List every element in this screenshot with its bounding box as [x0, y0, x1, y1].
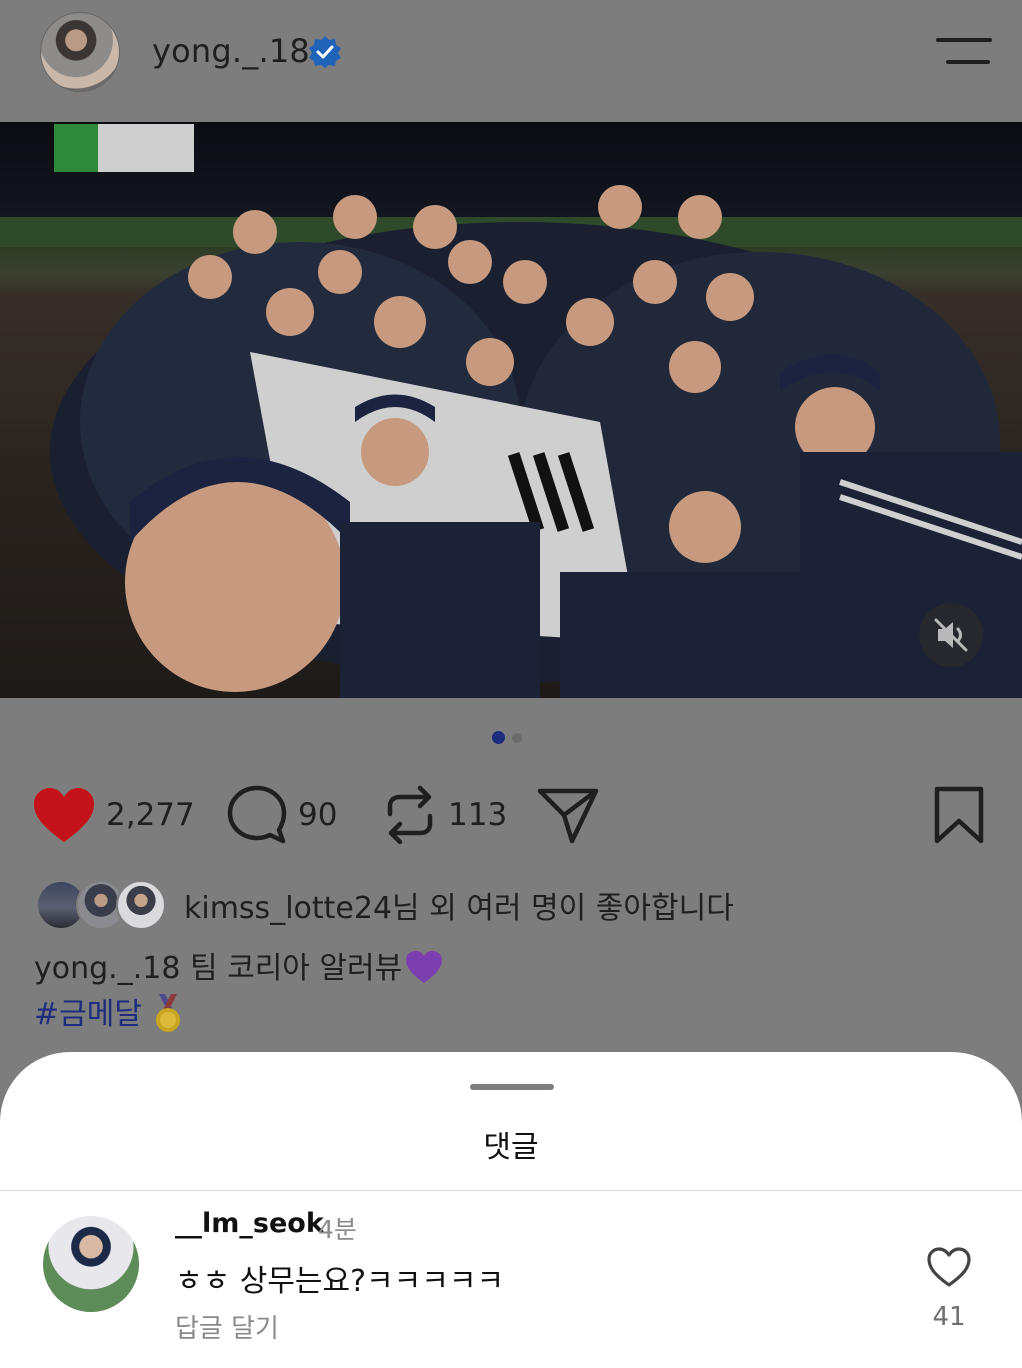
- carousel-indicator: [492, 731, 532, 747]
- caption-hashtag[interactable]: #금메달: [34, 997, 142, 1032]
- gold-medal-icon: [155, 994, 180, 1032]
- repost-icon[interactable]: [382, 784, 438, 846]
- sheet-title: 댓글: [483, 1130, 539, 1165]
- sheet-divider: [0, 1190, 1022, 1191]
- caption-username[interactable]: yong._.18: [34, 951, 180, 986]
- comment-item: __lm_seok 4분 ㅎㅎ 상무는요?ㅋㅋㅋㅋㅋ 답글 달기 41: [0, 1192, 1022, 1368]
- share-action[interactable]: [536, 770, 600, 860]
- verified-badge-icon: [309, 36, 341, 68]
- liked-by-suffix: 님 외 여러 명이 좋아합니다: [392, 891, 734, 926]
- post-actions: 2,277 90 113: [0, 770, 1022, 860]
- liked-by-avatars: [36, 878, 166, 932]
- share-paper-plane-icon[interactable]: [536, 785, 600, 845]
- menu-icon[interactable]: [936, 38, 992, 68]
- caption-text: 팀 코리아 알러뷰: [180, 951, 403, 986]
- sheet-drag-handle[interactable]: [470, 1084, 554, 1090]
- comment-username[interactable]: __lm_seok: [175, 1208, 324, 1239]
- heart-filled-icon[interactable]: [32, 786, 96, 844]
- author-username[interactable]: yong._.18: [152, 32, 310, 70]
- comment-count: 90: [298, 797, 338, 833]
- post-header: yong._.18: [0, 0, 1022, 122]
- post-caption: yong._.18 팀 코리아 알러뷰 #금메달: [34, 946, 444, 1038]
- carousel-dot-active: [492, 731, 505, 744]
- liked-by-username[interactable]: kimss_lotte24: [184, 891, 392, 926]
- bookmark-action[interactable]: [932, 770, 986, 860]
- repost-count: 113: [448, 797, 508, 833]
- reply-button[interactable]: 답글 달기: [175, 1308, 279, 1345]
- author-avatar[interactable]: [40, 12, 120, 92]
- liked-by-row[interactable]: kimss_lotte24님 외 여러 명이 좋아합니다: [36, 878, 734, 932]
- commenter-avatar[interactable]: [43, 1216, 139, 1312]
- comment-heart-icon[interactable]: [926, 1246, 972, 1288]
- liker-avatar: [116, 880, 166, 930]
- post-photo[interactable]: [0, 122, 1022, 698]
- repost-action[interactable]: 113: [382, 770, 507, 860]
- liked-by-text: kimss_lotte24님 외 여러 명이 좋아합니다: [184, 883, 734, 927]
- like-count: 2,277: [106, 797, 195, 833]
- screen: yong._.18 2,277 90 113 kimss_lotte24님 외 …: [0, 0, 1022, 1368]
- comment-bubble-icon[interactable]: [226, 784, 288, 846]
- team-celebration-image: [0, 124, 1022, 698]
- comment-text: ㅎㅎ 상무는요?ㅋㅋㅋㅋㅋ: [175, 1264, 505, 1299]
- comment-timestamp: 4분: [318, 1215, 357, 1244]
- purple-heart-icon: [406, 951, 443, 983]
- like-action[interactable]: 2,277: [32, 770, 195, 860]
- carousel-dot: [512, 733, 522, 743]
- bookmark-icon[interactable]: [932, 785, 986, 845]
- comment-action[interactable]: 90: [226, 770, 337, 860]
- comment-like-count: 41: [932, 1302, 966, 1332]
- mute-icon[interactable]: [918, 602, 984, 668]
- comments-sheet: 댓글 __lm_seok 4분 ㅎㅎ 상무는요?ㅋㅋㅋㅋㅋ 답글 달기 41: [0, 1052, 1022, 1368]
